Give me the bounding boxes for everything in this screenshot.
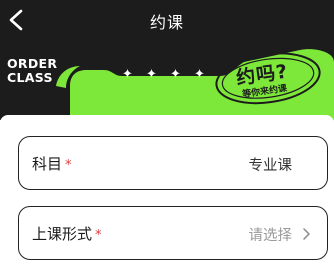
sparkle-row: ✦ ✦ ✦ ✦: [122, 67, 208, 85]
class-mode-field[interactable]: 上课形式 * 请选择: [18, 206, 328, 260]
top-nav-bar: 约课: [0, 0, 334, 40]
required-mark: *: [65, 158, 72, 173]
order-class-banner: ORDER CLASS ✦ ✦ ✦ ✦ 约吗? 等你来约课: [0, 40, 334, 120]
sparkle-icon: ✦: [170, 67, 181, 82]
order-label: ORDER: [7, 56, 58, 71]
chevron-right-icon: [303, 228, 310, 240]
subject-value: 专业课: [248, 158, 293, 174]
class-mode-label: 上课形式 *: [32, 225, 102, 243]
sparkle-icon: ✦: [194, 67, 205, 82]
subject-field[interactable]: 科目 * 专业课: [18, 136, 328, 190]
booking-form-card: 科目 * 专业课 上课形式 * 请选择: [0, 115, 334, 268]
subject-label: 科目 *: [32, 155, 72, 173]
sparkle-icon: ✦: [146, 67, 157, 82]
page-title: 约课: [149, 13, 184, 32]
required-mark: *: [95, 228, 102, 243]
order-class-label: ORDER CLASS: [7, 57, 57, 85]
class-label: CLASS: [7, 70, 53, 85]
class-mode-placeholder: 请选择: [248, 228, 293, 244]
sparkle-icon: ✦: [122, 67, 133, 82]
